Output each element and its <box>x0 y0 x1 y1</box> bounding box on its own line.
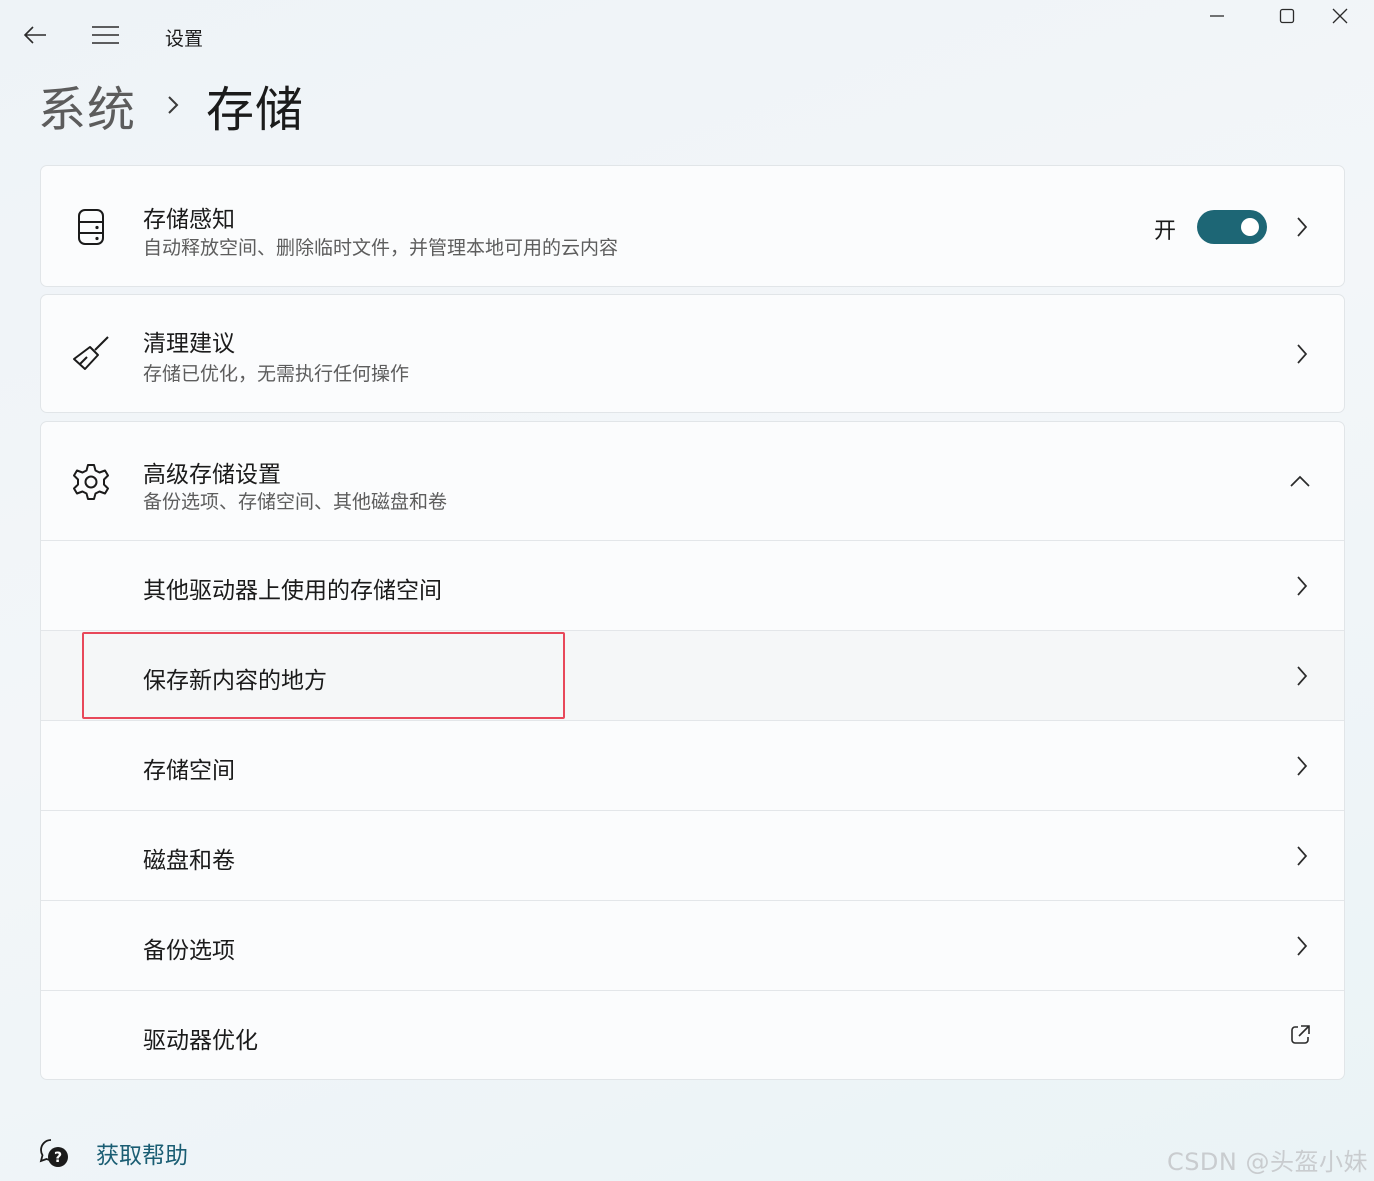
chevron-right-icon <box>1292 934 1312 958</box>
breadcrumb-parent-system[interactable]: 系统 <box>38 70 136 140</box>
storage-drive-icon <box>71 207 111 247</box>
advanced-storage-header[interactable]: 高级存储设置 备份选项、存储空间、其他磁盘和卷 <box>41 422 1344 540</box>
advanced-item-backup-options[interactable]: 备份选项 <box>41 901 1344 990</box>
close-button[interactable] <box>1306 0 1374 32</box>
advanced-item-label: 备份选项 <box>143 938 235 964</box>
advanced-item-label: 其他驱动器上使用的存储空间 <box>143 578 442 604</box>
svg-text:?: ? <box>54 1150 62 1166</box>
storage-sense-toggle[interactable] <box>1197 210 1267 244</box>
app-title: 设置 <box>165 28 204 50</box>
arrow-left-icon <box>23 26 46 44</box>
breadcrumb-separator <box>166 94 180 116</box>
advanced-storage-card: 高级存储设置 备份选项、存储空间、其他磁盘和卷 其他驱动器上使用的存储空间 保存… <box>40 421 1345 1080</box>
toggle-state-label: 开 <box>1153 219 1176 244</box>
maximize-icon <box>1279 8 1295 24</box>
hamburger-icon <box>91 26 119 44</box>
storage-sense-title: 存储感知 <box>143 207 235 233</box>
watermark: CSDN @头盔小妹 <box>1166 1148 1368 1176</box>
advanced-item-drive-optimization[interactable]: 驱动器优化 <box>41 991 1344 1079</box>
advanced-item-other-drives[interactable]: 其他驱动器上使用的存储空间 <box>41 541 1344 630</box>
advanced-item-label: 驱动器优化 <box>143 1028 258 1054</box>
highlight-box <box>82 632 565 719</box>
advanced-storage-subtitle: 备份选项、存储空间、其他磁盘和卷 <box>143 491 448 513</box>
advanced-storage-title: 高级存储设置 <box>143 462 281 488</box>
toggle-knob <box>1241 218 1259 236</box>
close-icon <box>1332 8 1348 24</box>
gear-icon <box>71 462 111 502</box>
cleanup-subtitle: 存储已优化，无需执行任何操作 <box>143 363 410 385</box>
breadcrumb: 系统 存储 <box>38 72 304 138</box>
storage-sense-subtitle: 自动释放空间、删除临时文件，并管理本地可用的云内容 <box>143 237 619 259</box>
back-button[interactable] <box>18 20 52 50</box>
get-help-link[interactable]: ? 获取帮助 <box>38 1136 188 1170</box>
get-help-label: 获取帮助 <box>96 1143 188 1169</box>
chevron-right-icon <box>1292 342 1312 366</box>
help-chat-icon: ? <box>38 1137 70 1169</box>
advanced-item-label: 磁盘和卷 <box>143 848 235 874</box>
storage-sense-card[interactable]: 存储感知 自动释放空间、删除临时文件，并管理本地可用的云内容 开 <box>40 165 1345 287</box>
advanced-item-disks-volumes[interactable]: 磁盘和卷 <box>41 811 1344 900</box>
advanced-item-label: 存储空间 <box>143 758 235 784</box>
minimize-button[interactable] <box>1183 0 1251 32</box>
page-title: 存储 <box>206 82 305 138</box>
chevron-right-icon <box>1292 574 1312 598</box>
broom-icon <box>71 334 111 374</box>
menu-button[interactable] <box>88 20 122 50</box>
chevron-right-icon <box>1292 754 1312 778</box>
chevron-right-icon <box>168 96 179 114</box>
cleanup-recommendations-card[interactable]: 清理建议 存储已优化，无需执行任何操作 <box>40 294 1345 413</box>
chevron-right-icon <box>1292 664 1312 688</box>
cleanup-title: 清理建议 <box>143 331 235 357</box>
chevron-up-icon <box>1288 469 1312 493</box>
chevron-right-icon <box>1292 215 1312 239</box>
chevron-right-icon <box>1292 844 1312 868</box>
external-link-icon <box>1288 1023 1312 1047</box>
title-bar: 设置 <box>0 0 1374 70</box>
advanced-item-storage-spaces[interactable]: 存储空间 <box>41 721 1344 810</box>
minimize-icon <box>1210 15 1224 17</box>
